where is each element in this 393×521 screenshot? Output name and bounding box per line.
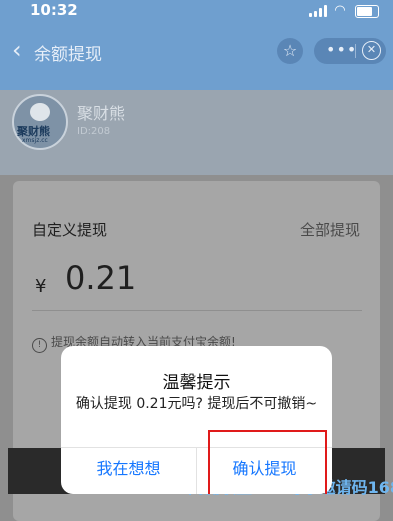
mini-program-capsule: ••• ✕ [314, 38, 386, 64]
status-time: 10:32 [30, 1, 78, 19]
nav-header: ‹ 余额提现 ☆ ••• ✕ [0, 22, 393, 90]
custom-withdraw-label: 自定义提现 [32, 221, 108, 239]
signal-icon [309, 5, 327, 17]
status-bar: 10:32 ◠ [0, 0, 393, 22]
avatar: 聚财熊 xmsjz.cc [12, 94, 68, 150]
profile-name: 聚财熊 [77, 104, 126, 123]
currency-symbol: ¥ [35, 276, 47, 297]
avatar-url: xmsjz.cc [22, 137, 48, 144]
star-icon[interactable]: ☆ [277, 38, 303, 64]
dialog-message: 确认提现 0.21元吗? 提现后不可撤销~ [75, 396, 318, 412]
amount-input[interactable]: 0.21 [65, 259, 136, 297]
battery-icon [355, 5, 379, 18]
wifi-icon: ◠ [335, 3, 345, 18]
more-icon[interactable]: ••• [326, 40, 357, 59]
profile-banner: 聚财熊 xmsjz.cc 聚财熊 ID:208 [0, 90, 393, 175]
capsule-divider [355, 44, 356, 58]
close-icon[interactable]: ✕ [362, 41, 381, 60]
profile-id: ID:208 [77, 126, 111, 137]
cancel-button[interactable]: 我在想想 [61, 447, 196, 494]
bear-icon [30, 103, 50, 121]
highlight-box [208, 430, 327, 494]
page-title: 余额提现 [34, 45, 102, 65]
dialog-title: 温馨提示 [162, 373, 231, 393]
divider [32, 310, 362, 311]
withdraw-all-button[interactable]: 全部提现 [300, 219, 360, 240]
back-icon[interactable]: ‹ [12, 36, 22, 64]
info-icon: ! [32, 338, 47, 353]
